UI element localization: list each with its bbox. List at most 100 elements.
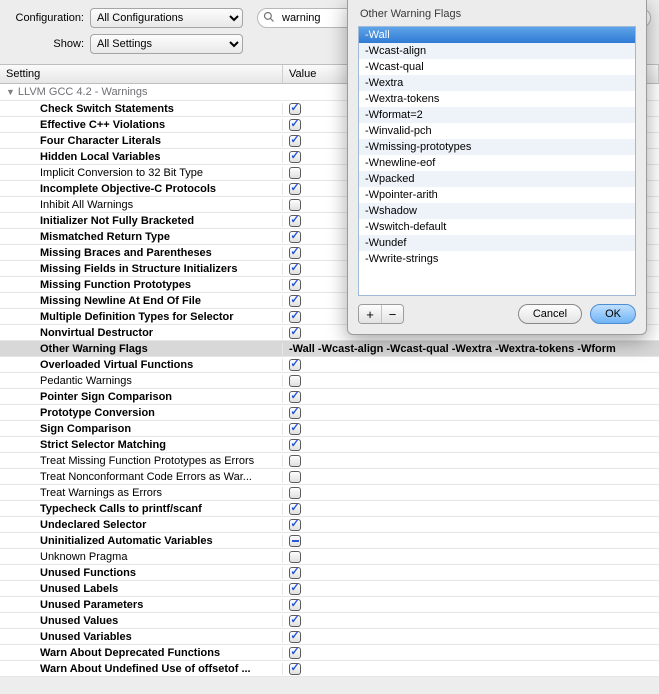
value-checkbox[interactable] (289, 231, 301, 243)
setting-label: Incomplete Objective-C Protocols (40, 183, 216, 195)
table-row[interactable]: Unused Parameters (0, 597, 659, 613)
value-checkbox[interactable] (289, 583, 301, 595)
setting-label: Unused Labels (40, 583, 118, 595)
value-checkbox[interactable] (289, 359, 301, 371)
group-label: LLVM GCC 4.2 - Warnings (18, 86, 148, 98)
other-warning-flags-popover: Other Warning Flags -Wall-Wcast-align-Wc… (347, 0, 647, 335)
flag-item[interactable]: -Wpointer-arith (359, 187, 635, 203)
value-checkbox[interactable] (289, 199, 301, 211)
table-row[interactable]: Prototype Conversion (0, 405, 659, 421)
value-checkbox[interactable] (289, 247, 301, 259)
table-row[interactable]: Warn About Undefined Use of offsetof ... (0, 661, 659, 677)
value-checkbox[interactable] (289, 391, 301, 403)
configuration-label: Configuration: (8, 12, 90, 24)
flag-item[interactable]: -Wshadow (359, 203, 635, 219)
value-checkbox[interactable] (289, 663, 301, 675)
value-checkbox[interactable] (289, 519, 301, 531)
add-remove-stepper: + − (358, 304, 404, 324)
value-checkbox[interactable] (289, 423, 301, 435)
value-checkbox[interactable] (289, 471, 301, 483)
ok-button[interactable]: OK (590, 304, 636, 324)
value-checkbox[interactable] (289, 535, 301, 547)
table-row[interactable]: Unused Labels (0, 581, 659, 597)
value-checkbox[interactable] (289, 487, 301, 499)
value-checkbox[interactable] (289, 295, 301, 307)
value-checkbox[interactable] (289, 263, 301, 275)
flag-item[interactable]: -Wextra-tokens (359, 91, 635, 107)
value-checkbox[interactable] (289, 631, 301, 643)
setting-label: Prototype Conversion (40, 407, 155, 419)
table-row[interactable]: Warn About Deprecated Functions (0, 645, 659, 661)
table-row[interactable]: Unknown Pragma (0, 549, 659, 565)
value-checkbox[interactable] (289, 503, 301, 515)
setting-label: Missing Braces and Parentheses (40, 247, 212, 259)
table-row[interactable]: Treat Warnings as Errors (0, 485, 659, 501)
flag-item[interactable]: -Wformat=2 (359, 107, 635, 123)
value-checkbox[interactable] (289, 135, 301, 147)
cancel-button[interactable]: Cancel (518, 304, 582, 324)
table-row[interactable]: Overloaded Virtual Functions (0, 357, 659, 373)
flag-item[interactable]: -Winvalid-pch (359, 123, 635, 139)
value-checkbox[interactable] (289, 375, 301, 387)
table-row[interactable]: Typecheck Calls to printf/scanf (0, 501, 659, 517)
show-select[interactable]: All Settings (90, 34, 243, 54)
table-row[interactable]: Treat Missing Function Prototypes as Err… (0, 453, 659, 469)
table-row[interactable]: Treat Nonconformant Code Errors as War..… (0, 469, 659, 485)
value-checkbox[interactable] (289, 119, 301, 131)
flag-item[interactable]: -Wcast-qual (359, 59, 635, 75)
table-row[interactable]: Other Warning Flags-Wall -Wcast-align -W… (0, 341, 659, 357)
value-checkbox[interactable] (289, 439, 301, 451)
value-checkbox[interactable] (289, 647, 301, 659)
flag-item[interactable]: -Wpacked (359, 171, 635, 187)
configuration-select[interactable]: All Configurations (90, 8, 243, 28)
setting-label: Implicit Conversion to 32 Bit Type (40, 167, 203, 179)
value-checkbox[interactable] (289, 615, 301, 627)
value-checkbox[interactable] (289, 311, 301, 323)
disclosure-triangle-icon[interactable]: ▼ (6, 87, 15, 97)
value-checkbox[interactable] (289, 215, 301, 227)
table-row[interactable]: Sign Comparison (0, 421, 659, 437)
remove-button[interactable]: − (381, 305, 403, 323)
flag-list[interactable]: -Wall-Wcast-align-Wcast-qual-Wextra-Wext… (358, 26, 636, 296)
table-row[interactable]: Unused Values (0, 613, 659, 629)
show-label: Show: (8, 38, 90, 50)
setting-label: Effective C++ Violations (40, 119, 165, 131)
flag-item[interactable]: -Wextra (359, 75, 635, 91)
value-checkbox[interactable] (289, 103, 301, 115)
value-checkbox[interactable] (289, 551, 301, 563)
table-row[interactable]: Pointer Sign Comparison (0, 389, 659, 405)
setting-label: Undeclared Selector (40, 519, 146, 531)
flag-item[interactable]: -Wwrite-strings (359, 251, 635, 267)
value-checkbox[interactable] (289, 167, 301, 179)
value-checkbox[interactable] (289, 407, 301, 419)
setting-label: Four Character Literals (40, 135, 161, 147)
value-checkbox[interactable] (289, 327, 301, 339)
flag-item[interactable]: -Wcast-align (359, 43, 635, 59)
value-checkbox[interactable] (289, 151, 301, 163)
setting-label: Check Switch Statements (40, 103, 174, 115)
value-checkbox[interactable] (289, 183, 301, 195)
flag-item[interactable]: -Wmissing-prototypes (359, 139, 635, 155)
add-button[interactable]: + (359, 305, 381, 323)
setting-label: Pointer Sign Comparison (40, 391, 172, 403)
setting-label: Treat Missing Function Prototypes as Err… (40, 455, 254, 467)
flag-item[interactable]: -Wundef (359, 235, 635, 251)
setting-label: Unused Functions (40, 567, 136, 579)
table-row[interactable]: Unused Functions (0, 565, 659, 581)
value-checkbox[interactable] (289, 567, 301, 579)
value-checkbox[interactable] (289, 279, 301, 291)
value-checkbox[interactable] (289, 455, 301, 467)
flag-item[interactable]: -Wnewline-eof (359, 155, 635, 171)
table-row[interactable]: Unused Variables (0, 629, 659, 645)
table-row[interactable]: Uninitialized Automatic Variables (0, 533, 659, 549)
table-row[interactable]: Strict Selector Matching (0, 437, 659, 453)
column-header-setting[interactable]: Setting (0, 65, 283, 83)
table-row[interactable]: Undeclared Selector (0, 517, 659, 533)
setting-label: Treat Nonconformant Code Errors as War..… (40, 471, 252, 483)
value-checkbox[interactable] (289, 599, 301, 611)
setting-label: Typecheck Calls to printf/scanf (40, 503, 202, 515)
table-row[interactable]: Pedantic Warnings (0, 373, 659, 389)
setting-label: Warn About Undefined Use of offsetof ... (40, 663, 251, 675)
flag-item[interactable]: -Wall (359, 27, 635, 43)
flag-item[interactable]: -Wswitch-default (359, 219, 635, 235)
